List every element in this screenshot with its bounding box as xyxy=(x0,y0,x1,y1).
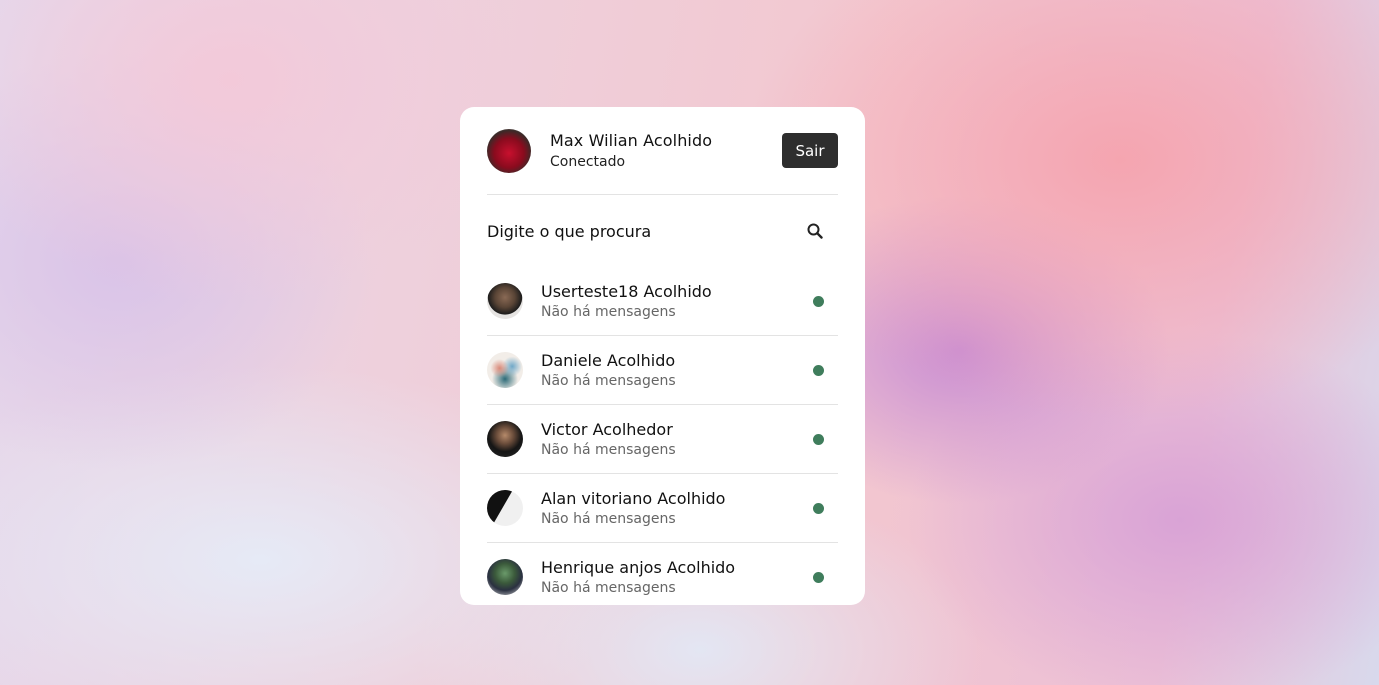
contact-info: Victor Acolhedor Não há mensagens xyxy=(541,420,813,458)
avatar xyxy=(487,490,523,526)
online-status-icon xyxy=(813,433,824,445)
user-header: Max Wilian Acolhido Conectado Sair xyxy=(487,107,838,195)
online-status-icon xyxy=(813,502,824,514)
current-user-status: Conectado xyxy=(550,154,626,170)
contact-name: Henrique anjos Acolhido xyxy=(541,558,736,577)
contact-last-message: Não há mensagens xyxy=(541,373,676,389)
online-status-icon xyxy=(813,364,824,376)
avatar xyxy=(487,421,523,457)
contact-info: Userteste18 Acolhido Não há mensagens xyxy=(541,282,813,320)
contact-name: Victor Acolhedor xyxy=(541,420,673,439)
contact-info: Henrique anjos Acolhido Não há mensagens xyxy=(541,558,813,596)
contact-name: Alan vitoriano Acolhido xyxy=(541,489,726,508)
avatar xyxy=(487,352,523,388)
online-status-icon xyxy=(813,295,824,307)
list-item[interactable]: Victor Acolhedor Não há mensagens xyxy=(487,405,838,474)
contact-info: Daniele Acolhido Não há mensagens xyxy=(541,351,813,389)
avatar xyxy=(487,559,523,595)
search-bar xyxy=(487,195,838,267)
search-icon[interactable] xyxy=(802,218,828,244)
list-item[interactable]: Daniele Acolhido Não há mensagens xyxy=(487,336,838,405)
contact-last-message: Não há mensagens xyxy=(541,442,676,458)
contact-name: Userteste18 Acolhido xyxy=(541,282,712,301)
chat-panel: Max Wilian Acolhido Conectado Sair Usert… xyxy=(460,107,865,605)
current-user-name: Max Wilian Acolhido xyxy=(550,131,713,150)
contact-info: Alan vitoriano Acolhido Não há mensagens xyxy=(541,489,813,527)
list-item[interactable]: Henrique anjos Acolhido Não há mensagens xyxy=(487,543,838,605)
contact-name: Daniele Acolhido xyxy=(541,351,676,370)
contact-last-message: Não há mensagens xyxy=(541,304,676,320)
online-status-icon xyxy=(813,571,824,583)
contact-last-message: Não há mensagens xyxy=(541,580,676,596)
current-user-info: Max Wilian Acolhido Conectado xyxy=(550,131,782,170)
avatar xyxy=(487,128,531,173)
list-item[interactable]: Alan vitoriano Acolhido Não há mensagens xyxy=(487,474,838,543)
logout-button[interactable]: Sair xyxy=(782,133,838,168)
search-input[interactable] xyxy=(487,221,802,241)
contact-list: Userteste18 Acolhido Não há mensagens Da… xyxy=(487,267,838,605)
avatar xyxy=(487,283,523,319)
list-item[interactable]: Userteste18 Acolhido Não há mensagens xyxy=(487,267,838,336)
contact-last-message: Não há mensagens xyxy=(541,511,676,527)
